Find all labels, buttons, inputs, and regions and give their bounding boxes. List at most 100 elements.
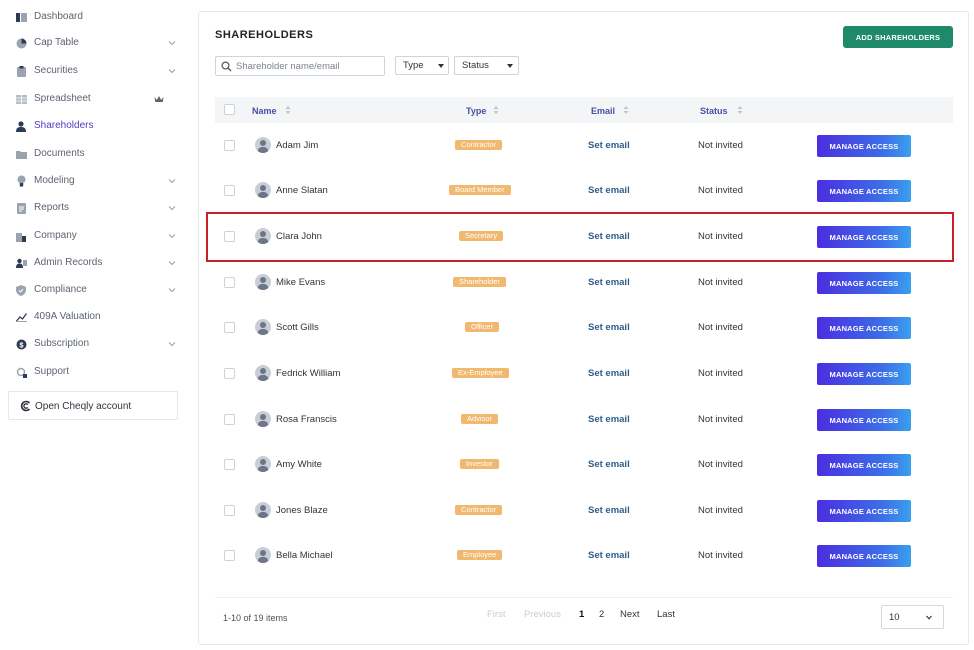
sort-icon[interactable] [623, 105, 629, 115]
dollar-icon: $ [15, 338, 27, 350]
type-badge: Advisor [461, 414, 499, 424]
row-checkbox[interactable] [224, 550, 235, 561]
set-email-link[interactable]: Set email [588, 459, 630, 470]
set-email-link[interactable]: Set email [588, 414, 630, 425]
manage-access-button[interactable]: MANAGE ACCESS [817, 135, 911, 157]
manage-access-button[interactable]: MANAGE ACCESS [817, 409, 911, 431]
sort-icon[interactable] [493, 105, 499, 115]
row-checkbox[interactable] [224, 368, 235, 379]
manage-access-button[interactable]: MANAGE ACCESS [817, 454, 911, 476]
type-badge: Investor [460, 459, 499, 469]
set-email-link[interactable]: Set email [588, 231, 630, 242]
column-header-type[interactable]: Type [466, 106, 486, 116]
sidebar-item-label: Modeling [34, 175, 75, 186]
row-checkbox[interactable] [224, 414, 235, 425]
manage-access-button[interactable]: MANAGE ACCESS [817, 545, 911, 567]
chevron-down-icon [168, 342, 176, 347]
shareholder-name: Mike Evans [276, 277, 326, 288]
row-checkbox[interactable] [224, 322, 235, 333]
row-checkbox[interactable] [224, 185, 235, 196]
sort-icon[interactable] [737, 105, 743, 115]
chevron-down-icon [168, 41, 176, 46]
manage-access-button[interactable]: MANAGE ACCESS [817, 272, 911, 294]
pagination-page-2[interactable]: 2 [599, 609, 604, 621]
manage-access-button[interactable]: MANAGE ACCESS [817, 226, 911, 248]
pagination-page-1[interactable]: 1 [579, 609, 584, 621]
column-header-name[interactable]: Name [252, 106, 277, 116]
shareholder-name: Fedrick William [276, 368, 341, 379]
sidebar-item-support[interactable]: Support [0, 361, 186, 383]
type-badge: Contractor [455, 505, 503, 515]
sidebar-item-spreadsheet[interactable]: Spreadsheet [0, 88, 186, 110]
sidebar-item-label: Support [34, 366, 70, 377]
column-header-email[interactable]: Email [591, 106, 615, 116]
set-email-link[interactable]: Set email [588, 322, 630, 333]
type-badge: Officer [465, 322, 499, 332]
manage-access-button[interactable]: MANAGE ACCESS [817, 180, 911, 202]
select-all-checkbox[interactable] [224, 104, 235, 115]
set-email-link[interactable]: Set email [588, 505, 630, 516]
row-checkbox[interactable] [224, 459, 235, 470]
table-row: Scott Gills Officer Set email Not invite… [215, 305, 953, 351]
avatar [255, 365, 271, 381]
manage-access-button[interactable]: MANAGE ACCESS [817, 500, 911, 522]
column-header-status[interactable]: Status [700, 106, 728, 116]
lightbulb-icon [15, 175, 27, 187]
caret-down-icon [507, 64, 513, 68]
table-row: Adam Jim Contractor Set email Not invite… [215, 123, 953, 169]
row-checkbox[interactable] [224, 231, 235, 242]
sidebar-item-cap-table[interactable]: Cap Table [0, 32, 186, 54]
avatar [255, 274, 271, 290]
sidebar-item-company[interactable]: Company [0, 225, 186, 247]
row-checkbox[interactable] [224, 505, 235, 516]
sidebar-item-documents[interactable]: Documents [0, 143, 186, 165]
admin-icon [15, 257, 27, 269]
open-cheqly-account-button[interactable]: Open Cheqly account [8, 391, 178, 420]
type-filter-label: Type [403, 60, 424, 71]
sidebar-item-compliance[interactable]: Compliance [0, 279, 186, 301]
sidebar-item-modeling[interactable]: Modeling [0, 170, 186, 192]
status-filter-dropdown[interactable]: Status [454, 56, 519, 75]
sidebar-item-admin-records[interactable]: Admin Records [0, 252, 186, 274]
pagination-last[interactable]: Last [657, 609, 675, 621]
search-input[interactable]: Shareholder name/email [215, 56, 385, 76]
sidebar-item-securities[interactable]: Securities [0, 60, 186, 82]
sidebar-item-dashboard[interactable]: Dashboard [0, 6, 186, 28]
shareholder-name: Rosa Franscis [276, 414, 337, 425]
shareholder-name: Scott Gills [276, 322, 319, 333]
set-email-link[interactable]: Set email [588, 550, 630, 561]
table-row: Mike Evans Shareholder Set email Not inv… [215, 260, 953, 306]
sidebar-item-409a-valuation[interactable]: 409A Valuation [0, 306, 186, 328]
row-checkbox[interactable] [224, 140, 235, 151]
items-summary: 1-10 of 19 items [223, 613, 288, 623]
pagination-first[interactable]: First [487, 609, 505, 621]
dashboard-icon [15, 11, 27, 23]
sidebar-item-label: Documents [34, 148, 85, 159]
row-checkbox[interactable] [224, 277, 235, 288]
sidebar-item-subscription[interactable]: $ Subscription [0, 333, 186, 355]
sidebar-item-shareholders[interactable]: Shareholders [0, 115, 186, 137]
set-email-link[interactable]: Set email [588, 140, 630, 151]
add-shareholders-button[interactable]: ADD SHAREHOLDERS [843, 26, 953, 48]
table-row: Amy White Investor Set email Not invited… [215, 442, 953, 488]
set-email-link[interactable]: Set email [588, 368, 630, 379]
sidebar-item-label: Company [34, 230, 77, 241]
type-badge: Shareholder [453, 277, 506, 287]
page-size-select[interactable]: 10 [881, 605, 944, 629]
manage-access-button[interactable]: MANAGE ACCESS [817, 317, 911, 339]
set-email-link[interactable]: Set email [588, 185, 630, 196]
pagination-previous[interactable]: Previous [524, 609, 561, 621]
type-badge: Employee [457, 550, 503, 560]
type-badge: Contractor [455, 140, 503, 150]
type-badge: Board Member [449, 185, 511, 195]
highlighted-row-content: Clara John Secretary Set email Not invit… [215, 214, 953, 260]
manage-access-button[interactable]: MANAGE ACCESS [817, 363, 911, 385]
pagination-next[interactable]: Next [620, 609, 640, 621]
invite-status: Not invited [698, 277, 743, 288]
set-email-link[interactable]: Set email [588, 277, 630, 288]
avatar [255, 319, 271, 335]
sort-icon[interactable] [285, 105, 291, 115]
type-filter-dropdown[interactable]: Type [395, 56, 449, 75]
sidebar-item-reports[interactable]: Reports [0, 197, 186, 219]
shield-icon [15, 284, 27, 296]
